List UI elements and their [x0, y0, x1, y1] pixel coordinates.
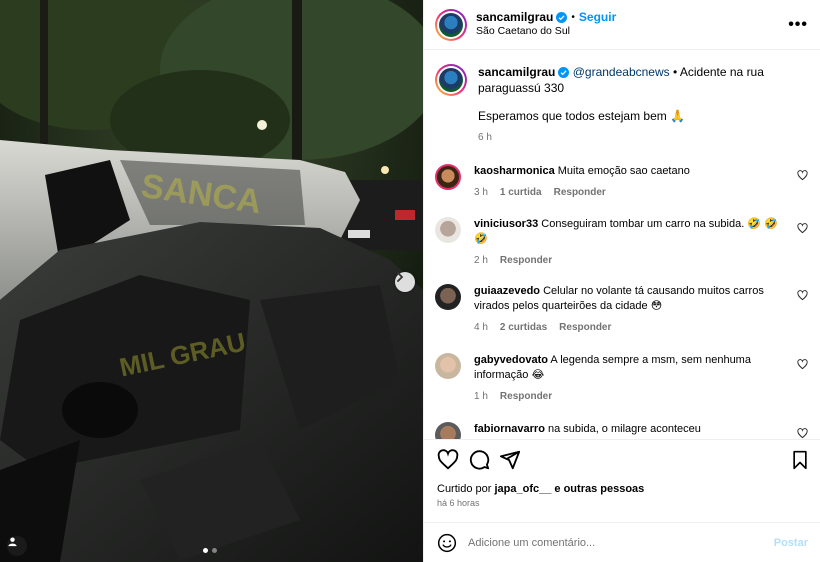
- caption-time: 6 h: [478, 132, 492, 143]
- comment-item: fabiornavarro na subida, o milagre acont…: [435, 422, 808, 439]
- liked-by-others[interactable]: e outras pessoas: [551, 483, 644, 495]
- tagged-users-button[interactable]: [7, 536, 27, 556]
- author-username[interactable]: sancamilgrau: [476, 10, 553, 25]
- caption-author-avatar[interactable]: [435, 64, 467, 96]
- more-options-icon[interactable]: •••: [788, 16, 808, 34]
- like-comment-icon[interactable]: [797, 428, 808, 439]
- reply-button[interactable]: Responder: [559, 320, 611, 335]
- comment-avatar[interactable]: [435, 284, 461, 310]
- post-details-panel: sancamilgrau • Seguir São Caetano do Sul…: [423, 0, 820, 562]
- chevron-right-icon: [397, 272, 404, 282]
- post-caption: sancamilgrau @grandeabcnews • Acidente n…: [435, 64, 808, 146]
- add-comment-bar: Postar: [424, 522, 820, 562]
- comments-list[interactable]: sancamilgrau @grandeabcnews • Acidente n…: [424, 50, 820, 439]
- author-avatar[interactable]: [435, 8, 467, 41]
- verified-badge-icon: [556, 12, 568, 24]
- like-comment-icon[interactable]: [797, 223, 808, 234]
- follow-button[interactable]: Seguir: [579, 10, 616, 25]
- comment-username[interactable]: guiaazevedo: [474, 285, 540, 297]
- comment-text: na subida, o milagre aconteceu: [547, 423, 701, 435]
- reply-button[interactable]: Responder: [554, 185, 606, 200]
- verified-badge-icon: [558, 67, 570, 79]
- user-tag-icon: [8, 537, 17, 547]
- like-icon[interactable]: [437, 448, 459, 471]
- carousel-indicator: [203, 548, 217, 553]
- comment-likes[interactable]: 1 curtida: [500, 185, 542, 200]
- reply-button[interactable]: Responder: [500, 389, 552, 404]
- liked-by: Curtido por japa_ofc__ e outras pessoas: [424, 479, 820, 496]
- save-bookmark-icon[interactable]: [790, 450, 810, 470]
- comment-input[interactable]: [468, 536, 774, 549]
- comment-item: guiaazevedo Celular no volante tá causan…: [435, 284, 808, 335]
- post-timestamp[interactable]: há 6 horas: [424, 496, 820, 508]
- header-separator: •: [571, 11, 575, 23]
- caption-author[interactable]: sancamilgrau: [478, 65, 555, 79]
- comment-item: viniciusor33 Conseguiram tombar um carro…: [435, 217, 808, 268]
- comment-username[interactable]: kaosharmonica: [474, 165, 555, 177]
- comment-time: 4 h: [474, 322, 488, 333]
- caption-text-2: Esperamos que todos estejam bem 🙏: [478, 109, 686, 123]
- carousel-dot-active: [203, 548, 208, 553]
- reply-button[interactable]: Responder: [500, 253, 552, 268]
- next-image-button[interactable]: [395, 272, 415, 292]
- post-photo[interactable]: SANCA MIL GRAU: [0, 0, 423, 562]
- comment-item: kaosharmonica Muita emoção sao caetano 3…: [435, 164, 808, 200]
- comment-item: gabyvedovato A legenda sempre a msm, sem…: [435, 353, 808, 404]
- comment-time: 3 h: [474, 187, 488, 198]
- comment-username[interactable]: gabyvedovato: [474, 354, 548, 366]
- comment-icon[interactable]: [468, 449, 490, 471]
- post-actions: [424, 439, 820, 479]
- caption-mention[interactable]: @grandeabcnews: [573, 65, 670, 79]
- comment-avatar[interactable]: [435, 164, 461, 190]
- like-comment-icon[interactable]: [797, 359, 808, 370]
- post-location[interactable]: São Caetano do Sul: [476, 25, 616, 38]
- liked-by-prefix: Curtido por: [437, 483, 495, 495]
- comment-username[interactable]: viniciusor33: [474, 218, 538, 230]
- comment-time: 2 h: [474, 255, 488, 266]
- comment-avatar[interactable]: [435, 217, 461, 243]
- comment-avatar[interactable]: [435, 422, 461, 439]
- comment-username[interactable]: fabiornavarro: [474, 423, 545, 435]
- photo-scene: SANCA MIL GRAU: [0, 0, 423, 562]
- like-comment-icon[interactable]: [797, 170, 808, 181]
- comment-time: 1 h: [474, 391, 488, 402]
- emoji-icon[interactable]: [437, 533, 457, 553]
- share-icon[interactable]: [499, 449, 521, 471]
- comment-text: Muita emoção sao caetano: [557, 165, 690, 177]
- liked-by-user[interactable]: japa_ofc__: [494, 483, 551, 495]
- carousel-dot: [212, 548, 217, 553]
- post-header: sancamilgrau • Seguir São Caetano do Sul…: [424, 0, 820, 50]
- comment-avatar[interactable]: [435, 353, 461, 379]
- instagram-post-modal: SANCA MIL GRAU sancamilgrau • Seguir São…: [0, 0, 820, 562]
- like-comment-icon[interactable]: [797, 290, 808, 301]
- comment-likes[interactable]: 2 curtidas: [500, 320, 547, 335]
- post-comment-button[interactable]: Postar: [774, 537, 808, 549]
